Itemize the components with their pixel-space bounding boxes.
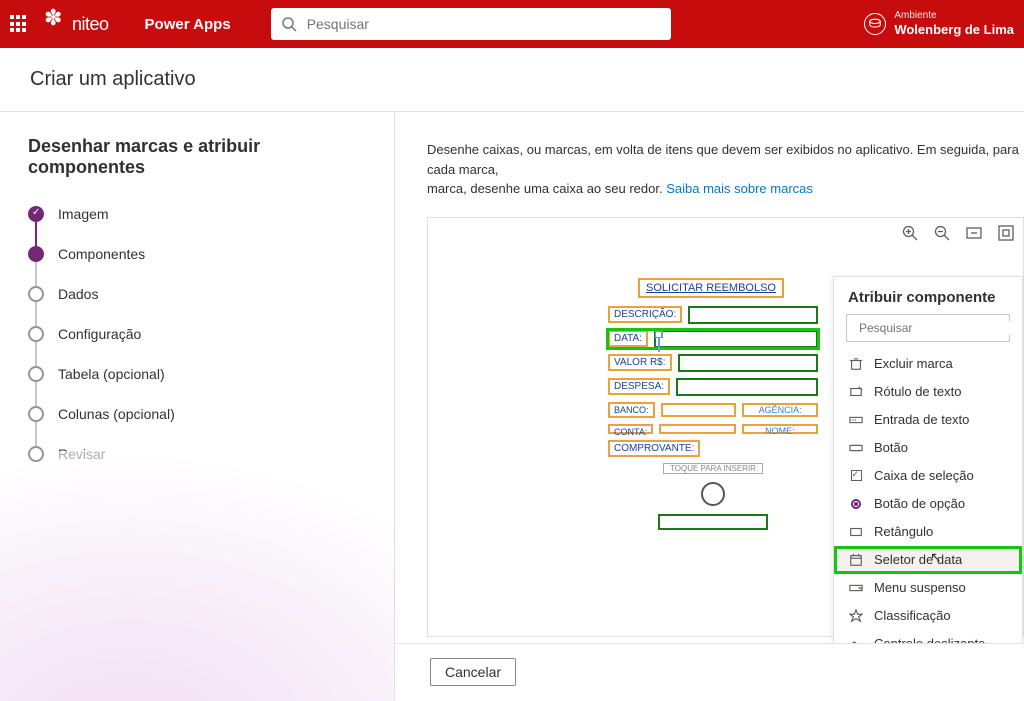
hint-text: Desenhe caixas, ou marcas, em volta de i…: [427, 140, 1024, 199]
wizard-title: Desenhar marcas e atribuir componentes: [28, 136, 366, 178]
sketch-field: [688, 306, 818, 324]
zoom-in-icon[interactable]: [901, 224, 919, 242]
assign-item-entrada-texto[interactable]: Entrada de texto: [834, 406, 1022, 434]
environment-label: Ambiente: [894, 10, 1014, 22]
step-label: Colunas (opcional): [58, 406, 175, 422]
delete-icon: [848, 356, 864, 372]
sketch-field: [661, 403, 737, 417]
step-label: Imagem: [58, 206, 109, 222]
sketch-circle: [701, 482, 725, 506]
design-canvas[interactable]: SOLICITAR REEMBOLSO DESCRIÇÃO: DATA: VAL…: [427, 217, 1024, 637]
step-revisar[interactable]: Revisar: [28, 446, 366, 462]
sketch-label-conta: CONTA:: [608, 424, 653, 434]
step-componentes[interactable]: Componentes: [28, 246, 366, 262]
sketch-field-selected: [654, 330, 818, 348]
assign-panel-title: Atribuir componente: [834, 289, 1022, 314]
step-label: Dados: [58, 286, 98, 302]
label-icon: [848, 384, 864, 400]
dropdown-icon: [848, 580, 864, 596]
page-title: Criar um aplicativo: [0, 48, 1024, 112]
step-configuracao[interactable]: Configuração: [28, 326, 366, 342]
sketch-title: SOLICITAR REEMBOLSO: [638, 278, 784, 298]
sketch-label-descricao: DESCRIÇÃO:: [608, 306, 682, 323]
sketch-toque: TOQUE PARA INSERIR: [663, 463, 763, 474]
uploaded-sketch: SOLICITAR REEMBOLSO DESCRIÇÃO: DATA: VAL…: [608, 278, 818, 530]
decorative-wave: [0, 451, 395, 701]
checkbox-icon: [848, 468, 864, 484]
assign-item-caixa-selecao[interactable]: Caixa de seleção: [834, 462, 1022, 490]
cursor-icon: ↖: [930, 549, 942, 566]
sketch-field: [676, 378, 818, 396]
assign-search-input[interactable]: [859, 321, 1014, 335]
assign-item-excluir-marca[interactable]: Excluir marca: [834, 350, 1022, 378]
product-name: Power Apps: [145, 16, 231, 33]
assign-item-botao-opcao[interactable]: Botão de opção: [834, 490, 1022, 518]
sketch-label-valor: VALOR R$:: [608, 354, 672, 371]
environment-name: Wolenberg de Lima: [894, 22, 1014, 38]
star-icon: [848, 608, 864, 624]
step-label: Componentes: [58, 246, 145, 262]
sketch-submit-box: [658, 514, 768, 530]
sketch-field: [678, 354, 819, 372]
step-label: Configuração: [58, 326, 141, 342]
brand-icon: [40, 9, 70, 39]
global-search[interactable]: [271, 8, 671, 40]
datepicker-icon: [848, 552, 864, 568]
step-tabela[interactable]: Tabela (opcional): [28, 366, 366, 382]
search-icon: [281, 16, 297, 32]
brand-logo: niteo: [40, 9, 109, 39]
step-imagem[interactable]: Imagem: [28, 206, 366, 222]
assign-item-botao[interactable]: Botão: [834, 434, 1022, 462]
step-label: Tabela (opcional): [58, 366, 165, 382]
step-label: Revisar: [58, 446, 105, 462]
brand-name: niteo: [72, 14, 109, 35]
design-canvas-panel: Desenhe caixas, ou marcas, em volta de i…: [395, 112, 1024, 701]
sketch-label-banco: BANCO:: [608, 402, 655, 418]
environment-icon: [864, 13, 886, 35]
assign-item-seletor-data[interactable]: Seletor de data↖: [834, 546, 1022, 574]
assign-search[interactable]: [846, 314, 1010, 342]
assign-item-menu-suspenso[interactable]: Menu suspenso: [834, 574, 1022, 602]
sketch-row-data-selected[interactable]: DATA:: [608, 330, 818, 348]
cancel-button[interactable]: Cancelar: [430, 658, 516, 686]
wizard-footer: Cancelar: [396, 643, 1024, 699]
assign-item-retangulo[interactable]: Retângulo: [834, 518, 1022, 546]
assign-item-classificacao[interactable]: Classificação: [834, 602, 1022, 630]
sketch-label-nome: NOME:: [742, 424, 818, 434]
rectangle-icon: [848, 524, 864, 540]
app-launcher-icon[interactable]: [10, 15, 28, 33]
button-icon: [848, 440, 864, 456]
global-search-input[interactable]: [307, 16, 661, 32]
fit-width-icon[interactable]: [965, 224, 983, 242]
sketch-label-comprovante: COMPROVANTE:: [608, 440, 700, 457]
sketch-label-agencia: AGÊNCIA:: [742, 403, 818, 417]
text-input-icon: [848, 412, 864, 428]
zoom-out-icon[interactable]: [933, 224, 951, 242]
assign-item-rotulo-texto[interactable]: Rótulo de texto: [834, 378, 1022, 406]
app-header: niteo Power Apps Ambiente Wolenberg de L…: [0, 0, 1024, 48]
sketch-label-despesa: DESPESA:: [608, 378, 670, 395]
learn-more-link[interactable]: Saiba mais sobre marcas: [666, 181, 813, 196]
sketch-label-data: DATA:: [608, 330, 648, 347]
environment-selector[interactable]: Ambiente Wolenberg de Lima: [864, 10, 1014, 38]
step-dados[interactable]: Dados: [28, 286, 366, 302]
step-colunas[interactable]: Colunas (opcional): [28, 406, 366, 422]
wizard-steps-panel: Desenhar marcas e atribuir componentes I…: [0, 112, 395, 701]
fit-screen-icon[interactable]: [997, 224, 1015, 242]
assign-component-panel: Atribuir componente Excluir marca Rótulo…: [833, 276, 1023, 693]
radio-icon: [848, 496, 864, 512]
sketch-field: [659, 424, 735, 434]
